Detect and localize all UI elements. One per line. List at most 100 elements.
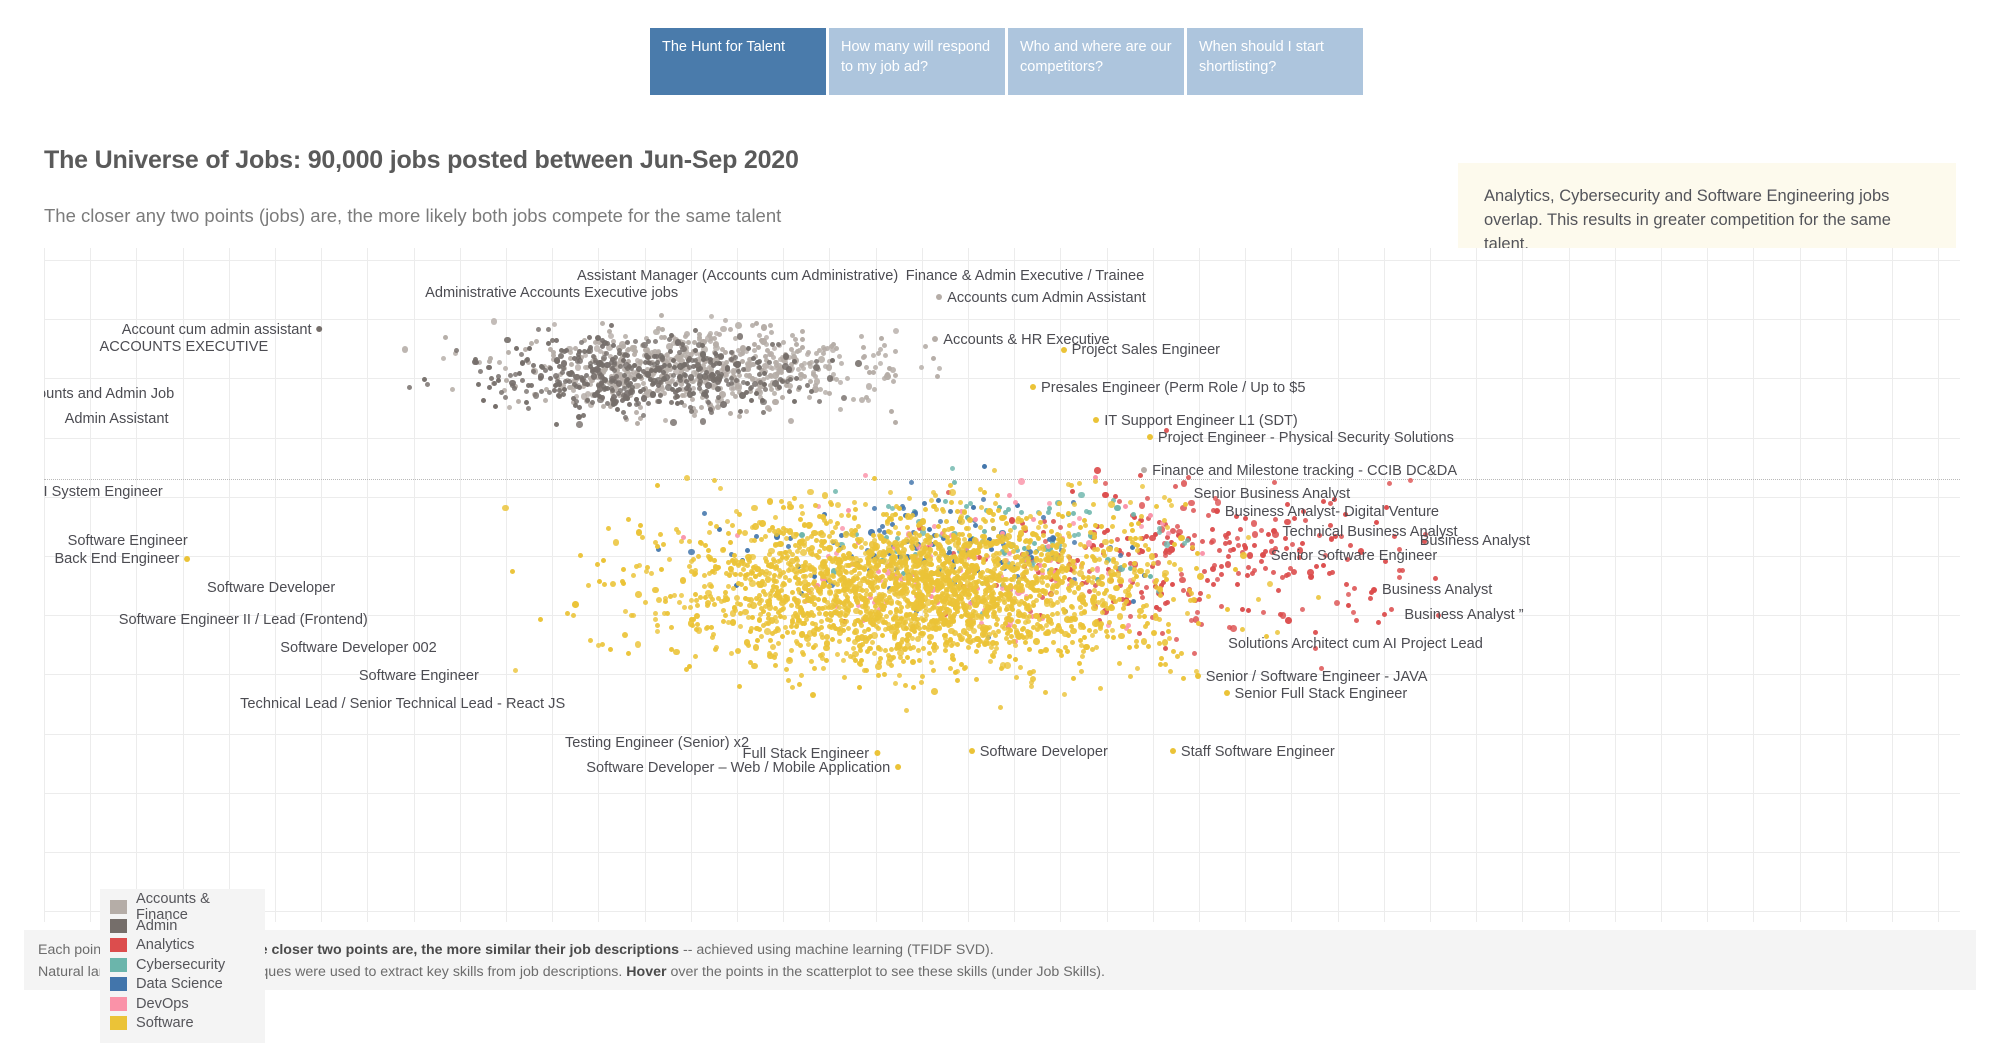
- data-point[interactable]: [926, 583, 932, 589]
- data-point[interactable]: [687, 605, 693, 611]
- data-point[interactable]: [942, 527, 948, 533]
- data-point[interactable]: [1071, 589, 1077, 595]
- data-point[interactable]: [632, 362, 638, 368]
- data-point[interactable]: [631, 344, 637, 350]
- data-point[interactable]: [1147, 573, 1153, 579]
- data-point[interactable]: [1013, 642, 1018, 648]
- data-point[interactable]: [1099, 610, 1105, 616]
- data-point[interactable]: [927, 546, 933, 552]
- data-point[interactable]: [799, 650, 805, 656]
- data-point[interactable]: [1090, 594, 1098, 601]
- data-point[interactable]: [717, 486, 723, 491]
- data-point[interactable]: [1396, 574, 1402, 580]
- data-point[interactable]: [999, 624, 1005, 629]
- data-point[interactable]: [868, 550, 875, 558]
- data-point[interactable]: [821, 492, 829, 499]
- data-point[interactable]: [949, 489, 956, 496]
- data-point[interactable]: [978, 505, 984, 510]
- data-point[interactable]: [928, 562, 934, 567]
- data-point[interactable]: [1246, 607, 1252, 613]
- data-point[interactable]: [815, 596, 821, 602]
- data-point[interactable]: [1118, 579, 1124, 585]
- legend-item-data-science[interactable]: Data Science: [110, 975, 255, 994]
- data-point[interactable]: [503, 365, 509, 371]
- data-point[interactable]: [1024, 550, 1029, 556]
- data-point[interactable]: [720, 325, 727, 333]
- data-point[interactable]: [1166, 497, 1172, 503]
- data-point[interactable]: [961, 508, 967, 514]
- data-point[interactable]: [844, 375, 850, 381]
- data-point[interactable]: [875, 663, 882, 670]
- data-point[interactable]: [678, 400, 684, 406]
- data-point[interactable]: [836, 639, 842, 645]
- tab-how-many-will-respond[interactable]: How many will respond to my job ad?: [829, 28, 1005, 95]
- data-point[interactable]: [991, 604, 997, 609]
- data-point[interactable]: [836, 353, 842, 359]
- data-point[interactable]: [730, 385, 736, 391]
- data-point[interactable]: [867, 620, 873, 626]
- data-point[interactable]: [954, 641, 960, 647]
- data-point[interactable]: [962, 583, 967, 589]
- data-point[interactable]: [1058, 537, 1066, 544]
- data-point[interactable]: [989, 644, 995, 650]
- data-point[interactable]: [653, 610, 659, 616]
- data-point[interactable]: [919, 572, 925, 577]
- data-point[interactable]: [1154, 584, 1160, 590]
- data-point[interactable]: [747, 602, 752, 608]
- data-point[interactable]: [875, 618, 881, 624]
- data-point[interactable]: [1007, 653, 1012, 659]
- data-point[interactable]: [980, 574, 986, 580]
- data-point[interactable]: [624, 365, 630, 371]
- data-point[interactable]: [799, 537, 805, 543]
- data-point[interactable]: [855, 360, 862, 367]
- data-point[interactable]: [1124, 598, 1130, 604]
- data-point[interactable]: [976, 542, 982, 548]
- data-point[interactable]: [948, 482, 954, 488]
- data-point[interactable]: [745, 346, 751, 352]
- data-point[interactable]: [770, 556, 776, 562]
- data-point[interactable]: [1015, 609, 1021, 615]
- data-point[interactable]: [892, 349, 898, 355]
- data-point[interactable]: [1053, 590, 1059, 596]
- data-point[interactable]: [982, 610, 990, 617]
- data-point[interactable]: [1040, 532, 1046, 538]
- data-point[interactable]: [640, 380, 646, 386]
- data-point[interactable]: [888, 557, 894, 563]
- data-point[interactable]: [821, 545, 827, 551]
- data-point[interactable]: [736, 580, 742, 586]
- data-point[interactable]: [749, 615, 755, 621]
- data-point[interactable]: [1197, 573, 1204, 580]
- data-point[interactable]: [942, 641, 950, 648]
- data-point[interactable]: [882, 578, 888, 584]
- data-point[interactable]: [859, 597, 865, 602]
- data-point[interactable]: [526, 346, 532, 352]
- data-point[interactable]: [623, 379, 629, 385]
- data-point[interactable]: [801, 361, 807, 367]
- data-point[interactable]: [822, 597, 828, 603]
- data-point[interactable]: [659, 566, 664, 572]
- data-point[interactable]: [1079, 610, 1085, 616]
- data-point[interactable]: [1141, 613, 1147, 619]
- data-point[interactable]: [1353, 617, 1359, 623]
- data-point[interactable]: [982, 463, 988, 469]
- data-point[interactable]: [1246, 552, 1254, 559]
- data-point[interactable]: [876, 672, 882, 678]
- data-point[interactable]: [1102, 491, 1109, 499]
- data-point[interactable]: [793, 639, 799, 645]
- data-point[interactable]: [853, 594, 859, 600]
- data-point[interactable]: [577, 553, 583, 559]
- data-point[interactable]: [918, 680, 924, 686]
- data-point[interactable]: [553, 421, 559, 427]
- data-point[interactable]: [904, 603, 910, 609]
- data-point[interactable]: [497, 359, 503, 365]
- data-point[interactable]: [816, 587, 823, 594]
- data-point[interactable]: [835, 651, 841, 657]
- data-point[interactable]: [707, 359, 713, 365]
- data-point[interactable]: [898, 515, 903, 521]
- data-point[interactable]: [1167, 559, 1173, 565]
- data-point[interactable]: [891, 634, 897, 640]
- data-point[interactable]: [612, 354, 618, 360]
- data-point[interactable]: [1432, 576, 1438, 582]
- data-point[interactable]: [1113, 585, 1119, 591]
- data-point[interactable]: [808, 388, 814, 394]
